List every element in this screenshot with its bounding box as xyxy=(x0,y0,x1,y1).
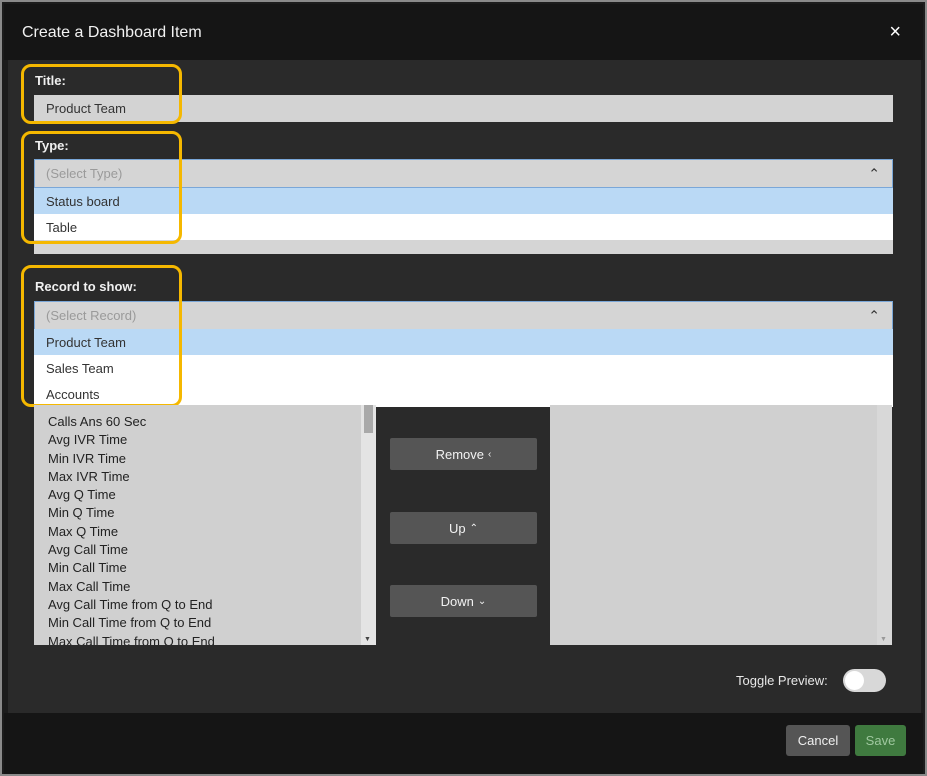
remove-button-label: Remove xyxy=(435,446,485,462)
chevron-down-icon: ⌄ xyxy=(477,595,487,607)
scroll-down-arrow-icon[interactable]: ▼ xyxy=(364,636,371,643)
list-item[interactable]: Avg Q Time xyxy=(48,486,215,504)
list-item[interactable]: Avg Call Time from Q to End xyxy=(48,596,215,614)
selected-list-scrollbar[interactable]: ▼ xyxy=(877,405,892,645)
chevron-left-icon: ‹ xyxy=(488,448,492,460)
list-item[interactable]: Avg Call Time xyxy=(48,541,215,559)
dialog-title: Create a Dashboard Item xyxy=(22,24,202,41)
available-fields-items: Calls Ans 60 Sec Avg IVR Time Min IVR Ti… xyxy=(48,405,215,645)
list-item[interactable]: Avg IVR Time xyxy=(48,431,215,449)
scroll-thumb[interactable] xyxy=(364,405,373,433)
down-button[interactable]: Down ⌄ xyxy=(390,585,537,617)
highlight-type xyxy=(21,131,182,244)
list-item[interactable]: Max IVR Time xyxy=(48,468,215,486)
save-button[interactable]: Save xyxy=(855,725,906,756)
close-icon[interactable]: × xyxy=(889,22,901,42)
list-item[interactable]: Max Q Time xyxy=(48,523,215,541)
highlight-record xyxy=(21,265,182,407)
remove-button[interactable]: Remove ‹ xyxy=(390,438,537,470)
list-item[interactable]: Max Call Time xyxy=(48,578,215,596)
up-button-label: Up xyxy=(448,520,466,536)
chevron-up-icon: ⌃ xyxy=(469,522,478,534)
chevron-up-icon: ⌃ xyxy=(868,307,880,323)
dialog-header: Create a Dashboard Item × xyxy=(4,4,923,60)
list-item[interactable]: Min IVR Time xyxy=(48,450,215,468)
scroll-down-arrow-icon[interactable]: ▼ xyxy=(880,636,887,643)
cancel-button[interactable]: Cancel xyxy=(786,725,850,756)
toggle-knob xyxy=(845,671,864,690)
list-item[interactable]: Min Q Time xyxy=(48,504,215,522)
available-list-scrollbar[interactable]: ▼ xyxy=(361,405,376,645)
list-item[interactable]: Calls Ans 60 Sec xyxy=(48,413,215,431)
highlight-title xyxy=(21,64,182,124)
down-button-label: Down xyxy=(440,593,474,609)
toggle-preview-switch[interactable] xyxy=(843,669,886,692)
list-item[interactable]: Min Call Time xyxy=(48,559,215,577)
list-item[interactable]: Min Call Time from Q to End xyxy=(48,614,215,632)
chevron-up-icon: ⌃ xyxy=(868,165,880,181)
selected-fields-list[interactable]: ▼ xyxy=(550,405,892,645)
toggle-preview-label: Toggle Preview: xyxy=(736,673,828,688)
available-fields-list[interactable]: Calls Ans 60 Sec Avg IVR Time Min IVR Ti… xyxy=(34,405,376,645)
up-button[interactable]: Up ⌃ xyxy=(390,512,537,544)
list-item[interactable]: Max Call Time from Q to End xyxy=(48,633,215,645)
